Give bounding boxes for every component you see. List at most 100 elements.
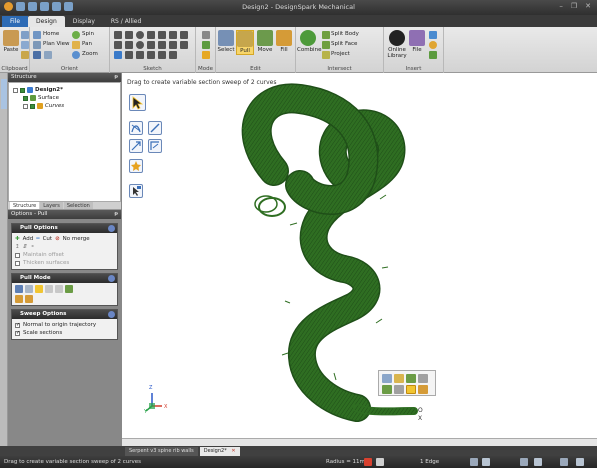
cut-option[interactable]: Cut <box>43 235 52 243</box>
mini-split-icon[interactable] <box>394 385 404 394</box>
thicken-surfaces-checkbox[interactable] <box>15 260 20 266</box>
combine-button[interactable]: Combine <box>297 30 321 53</box>
direction-icon[interactable] <box>25 285 33 293</box>
minimize-button[interactable]: – <box>559 2 563 10</box>
document-tab-serpent[interactable]: Serpent v3 spine rib walls <box>125 447 198 456</box>
axis-icon[interactable] <box>429 51 437 59</box>
tree-node-surface[interactable]: Surface <box>13 94 116 102</box>
plan-view-button[interactable]: Plan View <box>43 41 70 47</box>
sketch-mode-icon[interactable] <box>114 51 122 59</box>
structure-pin-icon[interactable]: ᵽ <box>114 74 118 80</box>
split-body-button[interactable]: Split Body <box>331 31 359 37</box>
plane-icon[interactable] <box>429 31 437 39</box>
up-to-icon[interactable]: ↥ <box>15 243 20 251</box>
offset-curve-icon[interactable] <box>169 41 177 49</box>
visibility-checkbox[interactable] <box>20 87 25 93</box>
home-button[interactable]: Home <box>43 31 59 37</box>
close-tab-icon[interactable]: ✕ <box>231 448 235 454</box>
view-mode-icon[interactable] <box>470 458 478 466</box>
expand-icon[interactable] <box>13 87 18 93</box>
pull-mode-header[interactable]: Pull Mode <box>12 274 117 283</box>
section-mode-icon[interactable] <box>202 41 210 49</box>
origin-icon[interactable] <box>429 41 437 49</box>
expand-icon[interactable] <box>23 103 28 109</box>
project-edge-icon[interactable] <box>169 51 177 59</box>
bend-tool-icon[interactable] <box>158 51 166 59</box>
sketch-mode-button-icon[interactable] <box>202 31 210 39</box>
tab-structure[interactable]: Structure <box>10 202 40 209</box>
sweep-options-header[interactable]: Sweep Options <box>12 310 117 319</box>
horizontal-scrollbar[interactable] <box>122 438 597 446</box>
mini-sweep-icon[interactable] <box>406 385 416 394</box>
copy-edge-icon[interactable] <box>25 295 33 303</box>
collapse-icon[interactable] <box>108 311 115 318</box>
design-viewport[interactable]: Drag to create variable section sweep of… <box>121 73 597 446</box>
3d-mode-icon[interactable] <box>202 51 210 59</box>
scale-sections-checkbox[interactable] <box>15 329 20 337</box>
snap-icon[interactable] <box>482 458 490 466</box>
cut-icon[interactable] <box>21 31 29 39</box>
spin-button[interactable]: Spin <box>82 31 94 37</box>
zoom-button[interactable]: Zoom <box>82 51 98 57</box>
mini-select-icon[interactable] <box>382 374 392 383</box>
line-tool-icon[interactable] <box>114 31 122 39</box>
snap-view-icon[interactable] <box>44 51 52 59</box>
fill-mode-icon[interactable] <box>15 295 23 303</box>
tab-display[interactable]: Display <box>65 16 103 27</box>
paste-button[interactable]: Paste <box>2 30 20 53</box>
pull-options-header[interactable]: Pull Options <box>12 224 117 233</box>
format-icon[interactable] <box>21 51 29 59</box>
tab-design[interactable]: Design <box>28 16 65 27</box>
properties-side-tab[interactable] <box>1 79 7 109</box>
ruler-icon[interactable]: ⚬ <box>30 243 35 251</box>
visibility-checkbox[interactable] <box>30 103 35 109</box>
ellipse-tool-icon[interactable] <box>158 41 166 49</box>
point-tool-icon[interactable] <box>180 41 188 49</box>
close-button[interactable]: ✕ <box>585 2 591 10</box>
mini-move-icon[interactable] <box>406 374 416 383</box>
revolve-icon[interactable] <box>45 285 53 293</box>
tree-node-design[interactable]: Design2* <box>13 86 116 94</box>
warning-icon[interactable] <box>364 458 372 466</box>
trim-tool-icon[interactable] <box>180 31 188 39</box>
copy-icon[interactable] <box>21 41 29 49</box>
circle-tool-icon[interactable] <box>136 31 144 39</box>
tab-layers[interactable]: Layers <box>40 202 63 209</box>
draft-icon[interactable] <box>55 285 63 293</box>
project-button[interactable]: Project <box>331 51 350 57</box>
graphics-icon[interactable] <box>534 458 542 466</box>
mini-revolve-icon[interactable] <box>418 385 428 394</box>
pan-button[interactable]: Pan <box>82 41 92 47</box>
slot-tool-icon[interactable] <box>125 51 133 59</box>
tab-selection[interactable]: Selection <box>63 202 93 209</box>
tab-file[interactable]: File <box>2 16 29 27</box>
online-library-button[interactable]: Online Library <box>386 30 408 59</box>
fill-button[interactable]: Fill <box>275 30 293 53</box>
render-icon[interactable] <box>520 458 528 466</box>
select-direction-icon[interactable] <box>15 285 23 293</box>
pull-button[interactable]: Pull <box>236 30 254 55</box>
display-icon[interactable] <box>560 458 568 466</box>
collapse-icon[interactable] <box>108 225 115 232</box>
polygon-tool-icon[interactable] <box>169 31 177 39</box>
three-point-circle-icon[interactable] <box>136 41 144 49</box>
construction-line-icon[interactable] <box>158 31 166 39</box>
mini-pull-icon[interactable] <box>394 374 404 383</box>
mini-combine-icon[interactable] <box>418 374 428 383</box>
blend-icon[interactable] <box>65 285 73 293</box>
collapse-icon[interactable] <box>108 275 115 282</box>
split-face-button[interactable]: Split Face <box>331 41 357 47</box>
mini-fill-icon[interactable] <box>382 385 392 394</box>
three-point-rect-icon[interactable] <box>125 41 133 49</box>
fillet-sketch-icon[interactable] <box>147 51 155 59</box>
arc-tool-icon[interactable] <box>147 41 155 49</box>
move-button[interactable]: Move <box>256 30 274 53</box>
insert-file-button[interactable]: File <box>408 30 426 53</box>
sweep-arc-icon[interactable] <box>136 51 144 59</box>
selection-filter-icon[interactable] <box>376 458 384 466</box>
tangent-line-icon[interactable] <box>147 31 155 39</box>
visibility-checkbox[interactable] <box>23 95 28 101</box>
sweep-icon[interactable] <box>35 285 43 293</box>
view-cube-icon[interactable] <box>33 51 41 59</box>
select-button[interactable]: Select <box>217 30 235 53</box>
